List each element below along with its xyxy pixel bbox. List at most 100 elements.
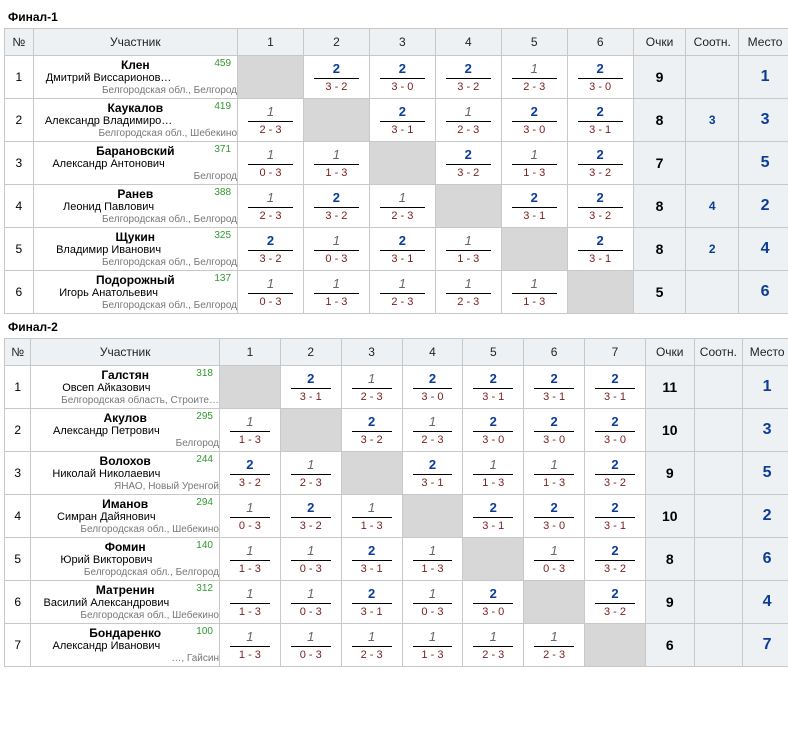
match-points: 1 — [342, 626, 402, 646]
sootn-cell — [694, 581, 743, 624]
header-participant: Участник — [31, 339, 220, 366]
match-points: 1 — [220, 626, 280, 646]
match-sets: 1 - 3 — [304, 294, 369, 312]
match-points: 2 — [304, 187, 369, 207]
participant-region: ЯНАО, Новый Уренгой — [31, 481, 219, 493]
match-sets: 1 - 3 — [403, 647, 463, 665]
participant-region: Белгород — [31, 438, 219, 450]
header-round: 5 — [501, 29, 567, 56]
match-sets: 3 - 2 — [568, 165, 633, 183]
match-sets: 3 - 1 — [524, 389, 584, 407]
match-sets: 3 - 1 — [568, 122, 633, 140]
match-sets: 0 - 3 — [220, 518, 280, 536]
match-cell: 23 - 1 — [585, 495, 646, 538]
match-cell: 10 - 3 — [219, 495, 280, 538]
match-points: 2 — [370, 101, 435, 121]
match-points: 2 — [502, 101, 567, 121]
match-sets: 0 - 3 — [238, 294, 303, 312]
participant-region: Белгородская обл., Белгород — [34, 214, 237, 226]
participant-name: Симран Дайянович — [31, 511, 181, 524]
match-cell: 23 - 1 — [524, 366, 585, 409]
match-points: 2 — [585, 497, 645, 517]
place-cell: 7 — [743, 624, 788, 667]
participant-rating: 318 — [196, 368, 213, 379]
match-points: 2 — [524, 368, 584, 388]
match-cell: 12 - 3 — [238, 99, 304, 142]
match-cell: 23 - 0 — [402, 366, 463, 409]
participant-rating: 312 — [196, 583, 213, 594]
match-sets: 0 - 3 — [238, 165, 303, 183]
match-sets: 1 - 3 — [502, 294, 567, 312]
match-cell: 11 - 3 — [219, 409, 280, 452]
match-cell: 23 - 0 — [524, 409, 585, 452]
participant-name: Игорь Анатольевич — [34, 287, 184, 300]
participant-name: Овсеп Айказович — [31, 382, 181, 395]
match-sets: 3 - 0 — [403, 389, 463, 407]
participant-name: Александр Иванович — [31, 640, 181, 653]
header-round: 5 — [463, 339, 524, 366]
participant-rating: 459 — [214, 58, 231, 69]
participant-region: Белгородская обл., Белгород — [34, 257, 237, 269]
match-sets: 1 - 3 — [304, 165, 369, 183]
diagonal-cell — [435, 185, 501, 228]
match-cell: 23 - 0 — [369, 56, 435, 99]
match-points: 2 — [585, 368, 645, 388]
row-number: 1 — [5, 366, 31, 409]
participant-cell: 459КленДмитрий Виссарионов…Белгородская … — [33, 56, 237, 99]
match-points: 2 — [524, 411, 584, 431]
match-sets: 3 - 1 — [370, 251, 435, 269]
participant-name: Дмитрий Виссарионов… — [34, 72, 184, 85]
diagonal-cell — [341, 452, 402, 495]
participant-region: Белгородская обл., Белгород — [31, 567, 219, 579]
match-cell: 23 - 2 — [585, 538, 646, 581]
points-cell: 5 — [633, 271, 686, 314]
match-sets: 1 - 3 — [403, 561, 463, 579]
participant-cell: 244ВолоховНиколай НиколаевичЯНАО, Новый … — [31, 452, 220, 495]
points-cell: 9 — [645, 581, 694, 624]
match-cell: 23 - 0 — [585, 409, 646, 452]
match-sets: 2 - 3 — [238, 208, 303, 226]
group-title: Финал-2 — [4, 314, 788, 338]
match-points: 1 — [238, 273, 303, 293]
match-sets: 3 - 1 — [585, 389, 645, 407]
match-points: 1 — [281, 454, 341, 474]
participant-region: Белгородская обл., Шебекино — [31, 524, 219, 536]
participant-name: Александр Петрович — [31, 425, 181, 438]
match-cell: 10 - 3 — [303, 228, 369, 271]
place-cell: 1 — [743, 366, 788, 409]
match-points: 2 — [342, 411, 402, 431]
match-cell: 23 - 0 — [463, 409, 524, 452]
match-points: 1 — [502, 144, 567, 164]
diagonal-cell — [567, 271, 633, 314]
match-sets: 1 - 3 — [220, 647, 280, 665]
participant-name: Василий Александрович — [31, 597, 181, 610]
points-cell: 8 — [633, 185, 686, 228]
match-points: 2 — [370, 230, 435, 250]
header-num: № — [5, 29, 34, 56]
participant-rating: 100 — [196, 626, 213, 637]
match-sets: 3 - 2 — [585, 475, 645, 493]
participant-cell: 388РаневЛеонид ПавловичБелгородская обл.… — [33, 185, 237, 228]
participant-cell: 100БондаренкоАлександр Иванович…, Гайсин — [31, 624, 220, 667]
match-sets: 3 - 0 — [463, 604, 523, 622]
match-points: 2 — [568, 230, 633, 250]
row-number: 2 — [5, 99, 34, 142]
match-cell: 23 - 1 — [369, 228, 435, 271]
place-cell: 6 — [743, 538, 788, 581]
header-sootn: Соотн. — [694, 339, 743, 366]
diagonal-cell — [219, 366, 280, 409]
match-sets: 3 - 1 — [568, 251, 633, 269]
place-cell: 1 — [739, 56, 788, 99]
match-points: 2 — [463, 583, 523, 603]
match-points: 1 — [403, 411, 463, 431]
match-cell: 23 - 2 — [280, 495, 341, 538]
header-place: Место — [739, 29, 788, 56]
match-cell: 10 - 3 — [238, 271, 304, 314]
participant-cell: 312МатренинВасилий АлександровичБелгород… — [31, 581, 220, 624]
match-cell: 23 - 1 — [567, 99, 633, 142]
place-cell: 2 — [739, 185, 788, 228]
match-points: 1 — [502, 58, 567, 78]
match-points: 1 — [281, 583, 341, 603]
match-points: 2 — [585, 411, 645, 431]
match-points: 2 — [568, 144, 633, 164]
